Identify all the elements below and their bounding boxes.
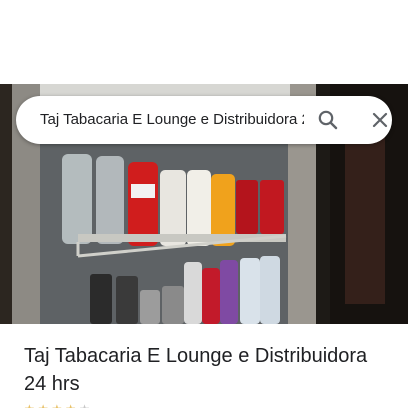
close-icon — [372, 112, 388, 128]
search-button[interactable] — [312, 104, 344, 136]
star-icon: ★ — [65, 403, 76, 408]
star-icon: ★ — [24, 403, 35, 408]
place-info-panel: Taj Tabacaria E Lounge e Distribuidora 2… — [0, 324, 408, 408]
search-input[interactable]: Taj Tabacaria E Lounge e Distribuidora 2… — [40, 96, 304, 144]
star-icon: ★ — [38, 403, 49, 408]
search-bar[interactable]: Taj Tabacaria E Lounge e Distribuidora 2… — [16, 96, 392, 144]
star-icon: ★ — [79, 403, 90, 408]
close-button[interactable] — [364, 104, 396, 136]
maps-screen: Taj Tabacaria E Lounge e Distribuidora 2… — [0, 0, 408, 408]
search-icon — [318, 110, 338, 130]
top-blank-area — [0, 0, 408, 84]
rating-stars: ★★★★★ — [24, 403, 90, 408]
place-title: Taj Tabacaria E Lounge e Distribuidora 2… — [24, 345, 368, 395]
star-icon: ★ — [52, 403, 63, 408]
